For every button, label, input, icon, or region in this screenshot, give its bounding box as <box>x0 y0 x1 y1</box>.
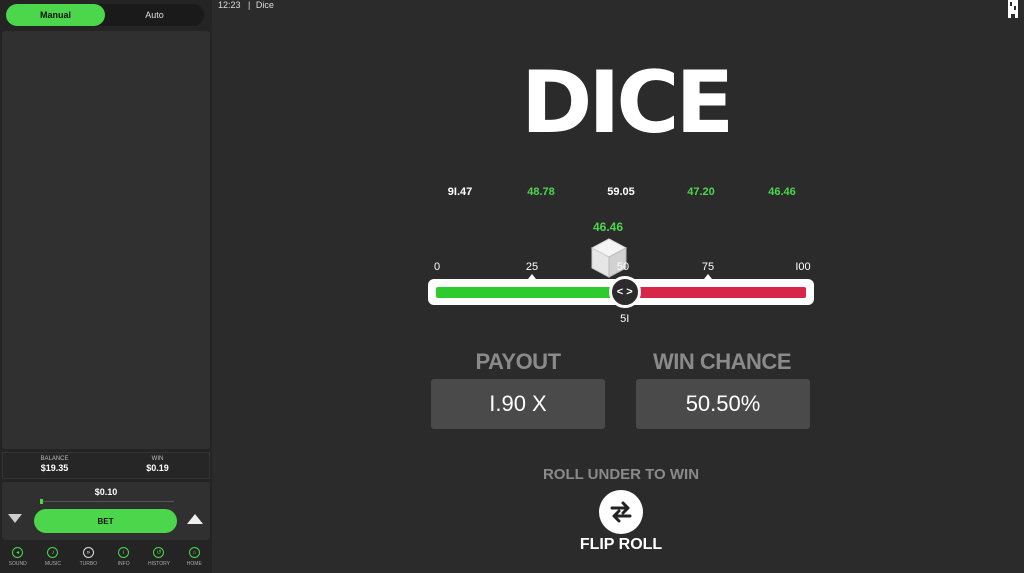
flip-roll-button[interactable] <box>599 490 643 534</box>
sidebar: Manual Auto BALANCE $19.35 WIN $0.19 $0.… <box>0 0 212 573</box>
tab-auto[interactable]: Auto <box>105 4 204 26</box>
history-item: 46.46 <box>768 186 796 198</box>
win-value: $0.19 <box>146 463 169 473</box>
mode-toggle: Manual Auto <box>6 4 204 26</box>
scale-tick: I00 <box>795 261 811 273</box>
nav-turbo[interactable]: » TURBO <box>71 544 106 573</box>
bet-slider-knob[interactable] <box>40 499 43 504</box>
balance-stat: BALANCE $19.35 <box>3 453 106 478</box>
roll-mode-label: ROLL UNDER TO WIN <box>542 466 700 483</box>
roll-history: 9I.47 48.78 59.05 47.20 46.46 <box>0 186 1024 200</box>
bet-amount: $0.10 <box>94 487 118 497</box>
flip-roll-label: FLIP ROLL <box>579 536 663 553</box>
track-notch <box>704 274 712 279</box>
info-icon: i <box>118 547 130 558</box>
nav-music[interactable]: ♪ MUSIC <box>35 544 70 573</box>
win-chance-label: WIN CHANCE <box>653 349 792 374</box>
stats-panel: BALANCE $19.35 WIN $0.19 <box>2 452 210 479</box>
threshold-slider-handle[interactable]: < > <box>608 276 641 308</box>
nav-info[interactable]: i INFO <box>106 544 141 573</box>
scale-tick: 0 <box>433 261 441 273</box>
history-item: 47.20 <box>687 186 715 198</box>
nav-label-sound: SOUND <box>8 561 27 567</box>
win-chance-field[interactable]: 50.50% <box>636 379 810 429</box>
home-icon: ⌂ <box>188 547 200 558</box>
bet-amount-slider[interactable] <box>40 499 174 504</box>
win-stat: WIN $0.19 <box>106 453 209 478</box>
decrease-bet-arrow-icon[interactable] <box>8 514 22 523</box>
scale-tick: 75 <box>701 261 715 273</box>
sound-icon: ◂ <box>12 547 24 558</box>
last-result-label: 46.46 <box>592 220 624 234</box>
nav-history[interactable]: ↺ HISTORY <box>141 544 176 573</box>
bet-button[interactable]: BET <box>34 509 177 533</box>
side-panel <box>2 31 210 449</box>
tab-manual[interactable]: Manual <box>6 4 105 26</box>
qr-code-icon[interactable] <box>1006 0 1020 18</box>
payout-label: PAYOUT <box>475 349 561 374</box>
track-notch <box>528 274 536 279</box>
status-separator: | <box>248 0 251 10</box>
nav-label-turbo: TURBO <box>79 561 98 567</box>
scale-tick: 50 <box>616 261 630 273</box>
increase-bet-arrow-icon[interactable] <box>187 514 203 524</box>
music-icon: ♪ <box>47 547 59 558</box>
history-item: 48.78 <box>527 186 555 198</box>
nav-label-music: MUSIC <box>44 561 62 567</box>
turbo-icon: » <box>82 547 94 558</box>
history-icon: ↺ <box>153 547 165 558</box>
nav-label-home: HOME <box>186 561 202 567</box>
history-item: 59.05 <box>607 186 635 198</box>
game-title: DICE <box>521 53 734 153</box>
game-screen: Manual Auto BALANCE $19.35 WIN $0.19 $0.… <box>0 0 1024 573</box>
status-bar: 12:23 | Dice <box>218 0 274 10</box>
bet-panel: $0.10 BET <box>2 482 210 540</box>
threshold-value: 5I <box>620 313 630 325</box>
payout-field[interactable]: I.90 X <box>431 379 605 429</box>
status-time: 12:23 <box>218 0 241 10</box>
nav-sound[interactable]: ◂ SOUND <box>0 544 35 573</box>
balance-value: $19.35 <box>40 463 69 473</box>
win-label: WIN <box>151 456 164 462</box>
lose-range-bar <box>624 287 806 298</box>
nav-label-history: HISTORY <box>147 561 170 567</box>
history-item: 9I.47 <box>447 186 473 198</box>
balance-label: BALANCE <box>40 456 69 462</box>
nav-label-info: INFO <box>117 561 130 567</box>
swap-arrows-icon <box>610 501 632 523</box>
win-range-bar <box>436 287 625 298</box>
bottom-nav: ◂ SOUND ♪ MUSIC » TURBO i INFO ↺ HISTORY… <box>0 544 212 573</box>
nav-home[interactable]: ⌂ HOME <box>177 544 212 573</box>
status-app-name: Dice <box>255 0 274 10</box>
scale-tick: 25 <box>525 261 539 273</box>
